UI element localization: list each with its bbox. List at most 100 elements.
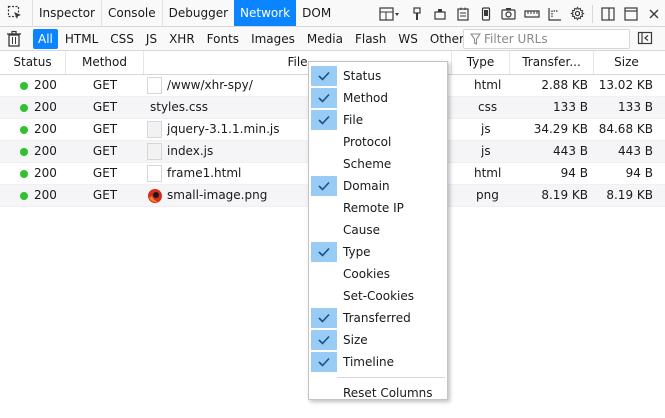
- menu-item-method[interactable]: Method: [309, 87, 447, 109]
- menu-item-label: Timeline: [343, 355, 395, 369]
- devtools-tabs: Inspector Console Debugger Network DOM: [32, 0, 337, 27]
- menu-item-timeline[interactable]: Timeline: [309, 351, 447, 373]
- menu-item-file[interactable]: File: [309, 109, 447, 131]
- menu-item-label: Size: [343, 333, 368, 347]
- frame-selector-button[interactable]: [375, 1, 405, 27]
- menu-item-cookies[interactable]: Cookies: [309, 263, 447, 285]
- filter-xhr-button[interactable]: XHR: [164, 29, 200, 49]
- status-cell: 200: [20, 75, 64, 96]
- element-picker-button[interactable]: [2, 1, 28, 25]
- menu-item-transferred[interactable]: Transferred: [309, 307, 447, 329]
- menu-item-scheme[interactable]: Scheme: [309, 153, 447, 175]
- status-ok-icon: [20, 148, 28, 156]
- type-cell: html: [474, 166, 502, 180]
- measure-icon: [547, 7, 561, 21]
- menu-item-type[interactable]: Type: [309, 241, 447, 263]
- status-ok-icon: [20, 170, 28, 178]
- tab-dom[interactable]: DOM: [296, 0, 337, 26]
- tab-console[interactable]: Console: [100, 0, 162, 26]
- notes-button[interactable]: [451, 1, 474, 27]
- filter-flash-button[interactable]: Flash: [350, 29, 391, 49]
- size-cell: 443 B: [618, 144, 653, 158]
- filter-ws-button[interactable]: WS: [393, 29, 422, 49]
- menu-item-status[interactable]: Status: [309, 65, 447, 87]
- transferred-cell: 133 B: [553, 100, 588, 114]
- filter-html-button[interactable]: HTML: [60, 29, 103, 49]
- column-header-status[interactable]: Status: [0, 51, 66, 74]
- method-cell: GET: [92, 144, 118, 158]
- window-icon: [623, 6, 638, 21]
- checkmark-icon: [311, 352, 337, 372]
- menu-item-size[interactable]: Size: [309, 329, 447, 351]
- size-cell: 84.68 KB: [598, 122, 653, 136]
- column-header-type[interactable]: Type: [452, 51, 510, 74]
- size-cell: 94 B: [625, 166, 653, 180]
- clear-requests-button[interactable]: [6, 30, 24, 48]
- tab-network[interactable]: Network: [234, 0, 297, 26]
- status-ok-icon: [20, 126, 28, 134]
- checkmark-icon: [311, 110, 337, 130]
- type-filter-buttons: All HTML CSS JS XHR Fonts Images Media F…: [33, 29, 471, 49]
- menu-item-remote-ip[interactable]: Remote IP: [309, 197, 447, 219]
- rulers-button[interactable]: [520, 1, 543, 27]
- filter-images-button[interactable]: Images: [246, 29, 300, 49]
- menu-item-protocol[interactable]: Protocol: [309, 131, 447, 153]
- responsive-mode-button[interactable]: [474, 1, 497, 27]
- type-cell: js: [481, 144, 491, 158]
- brush-icon: [412, 6, 421, 20]
- close-icon: [649, 9, 658, 18]
- dock-side-button[interactable]: [596, 1, 619, 27]
- tab-debugger[interactable]: Debugger: [161, 0, 234, 26]
- menu-item-label: Set-Cookies: [343, 289, 415, 303]
- file-thumbnail-icon: [147, 77, 162, 94]
- trash-icon: [7, 30, 21, 47]
- close-devtools-button[interactable]: [642, 1, 665, 27]
- column-header-size[interactable]: Size: [594, 51, 659, 74]
- method-cell: GET: [92, 166, 118, 180]
- filter-fonts-button[interactable]: Fonts: [202, 29, 244, 49]
- highlight-button[interactable]: [428, 1, 451, 27]
- filter-all-button[interactable]: All: [33, 29, 58, 49]
- filter-urls-box: [463, 29, 630, 49]
- dock-side-icon: [600, 6, 615, 21]
- menu-item-set-cookies[interactable]: Set-Cookies: [309, 285, 447, 307]
- tab-inspector[interactable]: Inspector: [32, 0, 101, 26]
- separate-window-button[interactable]: [619, 1, 642, 27]
- menu-item-label: Protocol: [343, 135, 392, 149]
- settings-button[interactable]: [566, 1, 589, 27]
- screenshot-button[interactable]: [497, 1, 520, 27]
- checkmark-icon: [311, 242, 337, 262]
- filter-icon: [470, 33, 481, 45]
- filter-css-button[interactable]: CSS: [105, 29, 139, 49]
- size-cell: 8.19 KB: [606, 188, 653, 202]
- menu-item-cause[interactable]: Cause: [309, 219, 447, 241]
- menu-item-label: Method: [343, 91, 389, 105]
- filter-media-button[interactable]: Media: [302, 29, 348, 49]
- menu-item-domain[interactable]: Domain: [309, 175, 447, 197]
- menu-item-reset-columns[interactable]: Reset Columns: [309, 382, 447, 404]
- transferred-cell: 34.29 KB: [533, 122, 588, 136]
- measure-button[interactable]: [543, 1, 566, 27]
- column-context-menu: Status Method File Protocol Scheme Domain Remo…: [308, 61, 448, 400]
- column-header-transferred[interactable]: Transfer...: [510, 51, 594, 74]
- type-cell: html: [474, 78, 502, 92]
- filter-urls-input[interactable]: [484, 31, 624, 47]
- file-thumbnail-icon: [147, 143, 162, 160]
- checkmark-icon: [311, 330, 337, 350]
- status-cell: 200: [20, 141, 64, 162]
- menu-item-label: Cause: [343, 223, 380, 237]
- column-header-method[interactable]: Method: [66, 51, 144, 74]
- file-thumbnail-icon: [147, 165, 162, 182]
- menu-item-label: Cookies: [343, 267, 390, 281]
- file-cell: jquery-3.1.1.min.js: [167, 122, 280, 136]
- layout-icon: [379, 6, 399, 21]
- filter-js-button[interactable]: JS: [141, 29, 162, 49]
- camera-icon: [501, 7, 516, 20]
- toolbar-icons: [375, 0, 665, 27]
- notepad-icon: [456, 7, 469, 21]
- toggle-sidebar-button[interactable]: [637, 30, 655, 48]
- network-filter-bar: All HTML CSS JS XHR Fonts Images Media F…: [0, 27, 665, 51]
- gear-icon: [570, 6, 585, 21]
- paint-flashing-button[interactable]: [405, 1, 428, 27]
- method-cell: GET: [92, 100, 118, 114]
